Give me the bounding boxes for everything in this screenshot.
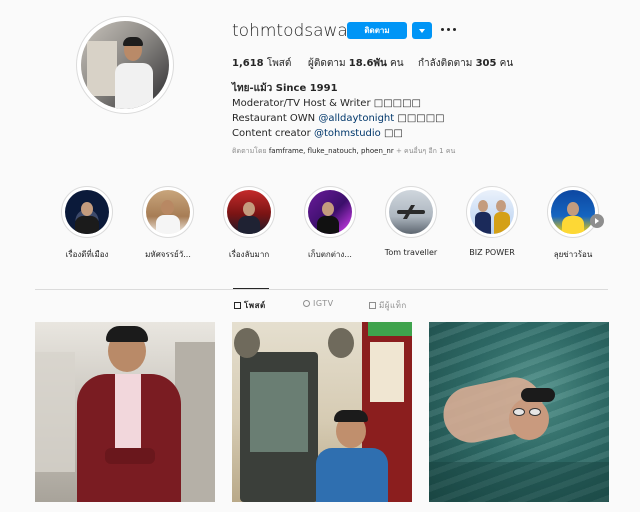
man-by-antique-cabinet-photo[interactable] bbox=[232, 322, 412, 502]
tab-tagged[interactable]: มีผู้แท็ก bbox=[369, 299, 407, 312]
studio-set-image bbox=[227, 190, 271, 234]
profile-full-name: ไทย-แม้ว Since 1991 bbox=[232, 83, 338, 94]
tab-igtv[interactable]: IGTV bbox=[303, 299, 334, 308]
followed-by[interactable]: ติดตามโดย famframe, fluke_natouch, phoen… bbox=[232, 146, 455, 157]
followers-stat[interactable]: ผู้ติดตาม 18.6พัน คน bbox=[308, 56, 404, 71]
tabs-divider bbox=[35, 289, 608, 290]
highlight-ring bbox=[61, 186, 113, 238]
profile-username: tohmtodsawat bbox=[232, 21, 355, 41]
following-count: 305 bbox=[475, 58, 497, 69]
alldaytonight-link[interactable]: @alldaytonight bbox=[318, 113, 394, 124]
follow-button[interactable]: ติดตาม bbox=[347, 22, 407, 39]
tohmstudio-link[interactable]: @tohmstudio bbox=[314, 128, 381, 139]
avatar[interactable] bbox=[81, 21, 169, 109]
posts-count: 1,618 bbox=[232, 58, 264, 69]
bio-line-3: Content creator @tohmstudio □□ bbox=[232, 126, 445, 141]
news-anchor-image bbox=[65, 190, 109, 234]
followers-unit: คน bbox=[390, 58, 404, 69]
host-portrait-image bbox=[146, 190, 190, 234]
avatar-background bbox=[87, 41, 117, 96]
event-stage-image bbox=[308, 190, 352, 234]
airplane-image bbox=[389, 190, 433, 234]
biz-power-image bbox=[470, 190, 514, 234]
tab-posts-label: โพสต์ bbox=[244, 301, 266, 310]
profile-bio: ไทย-แม้ว Since 1991 Moderator/TV Host & … bbox=[232, 81, 445, 141]
tab-posts[interactable]: โพสต์ bbox=[234, 299, 266, 312]
highlight-label: เรื่องลับมาก bbox=[228, 250, 270, 259]
more-options-icon[interactable] bbox=[441, 24, 457, 36]
following-unit: คน bbox=[499, 58, 514, 69]
followed-by-prefix: ติดตามโดย bbox=[232, 147, 269, 155]
highlight-label: มหัศจรรย์วั... bbox=[145, 250, 191, 259]
highlight-label: ลุยข่าวร้อน bbox=[553, 250, 593, 259]
hot-news-image bbox=[551, 190, 595, 234]
profile-avatar-ring[interactable] bbox=[76, 16, 174, 114]
avatar-hair bbox=[123, 37, 143, 46]
following-label: กำลังติดตาม bbox=[418, 58, 473, 69]
highlight-ring bbox=[547, 186, 599, 238]
highlights-next-icon[interactable] bbox=[590, 214, 604, 228]
followers-count: 18.6พัน bbox=[348, 58, 387, 69]
tv-icon bbox=[303, 300, 310, 307]
posts-label: โพสต์ bbox=[266, 58, 292, 69]
avatar-shirt bbox=[115, 63, 153, 109]
highlight-ring bbox=[466, 186, 518, 238]
highlight-label: Tom traveller bbox=[384, 248, 438, 257]
highlight-item[interactable]: เรื่องดีที่เมือง bbox=[52, 186, 122, 261]
bio-line-3-suffix: □□ bbox=[380, 128, 403, 139]
highlight-ring bbox=[304, 186, 356, 238]
highlight-label: เก็บตกต่าง... bbox=[308, 250, 352, 259]
followed-by-names: famframe, fluke_natouch, phoen_nr bbox=[268, 147, 394, 155]
suggestions-dropdown-button[interactable] bbox=[412, 22, 432, 39]
active-tab-indicator bbox=[233, 288, 269, 289]
bio-line-2-suffix: □□□□□ bbox=[394, 113, 445, 124]
bio-line-2-text: Restaurant OWN bbox=[232, 113, 319, 124]
highlight-item[interactable]: เรื่องลับมาก bbox=[214, 186, 284, 261]
grid-icon bbox=[234, 302, 241, 309]
highlight-item[interactable]: BIZ POWER bbox=[457, 186, 527, 257]
highlight-label: เรื่องดีที่เมือง bbox=[65, 250, 109, 259]
highlight-ring bbox=[142, 186, 194, 238]
highlight-item[interactable]: เก็บตกต่าง... bbox=[295, 186, 365, 261]
tab-igtv-label: IGTV bbox=[313, 299, 334, 308]
followers-label: ผู้ติดตาม bbox=[308, 58, 346, 69]
man-in-red-blazer-photo[interactable] bbox=[35, 322, 215, 502]
bio-line-1: Moderator/TV Host & Writer □□□□□ bbox=[232, 98, 421, 109]
posts-stat: 1,618 โพสต์ bbox=[232, 56, 291, 71]
highlight-ring bbox=[223, 186, 275, 238]
bio-line-3-text: Content creator bbox=[232, 128, 314, 139]
followed-by-suffix: + คนอื่นๆ อีก 1 คน bbox=[393, 147, 456, 155]
highlight-label: BIZ POWER bbox=[469, 248, 515, 257]
bio-line-2: Restaurant OWN @alldaytonight □□□□□ bbox=[232, 111, 445, 126]
highlight-item[interactable]: Tom traveller bbox=[376, 186, 446, 257]
highlight-item[interactable]: มหัศจรรย์วั... bbox=[133, 186, 203, 261]
man-swimming-photo[interactable] bbox=[429, 322, 609, 502]
highlight-ring bbox=[385, 186, 437, 238]
tag-icon bbox=[369, 302, 376, 309]
tab-tagged-label: มีผู้แท็ก bbox=[379, 301, 407, 310]
following-stat[interactable]: กำลังติดตาม 305 คน bbox=[418, 56, 513, 71]
